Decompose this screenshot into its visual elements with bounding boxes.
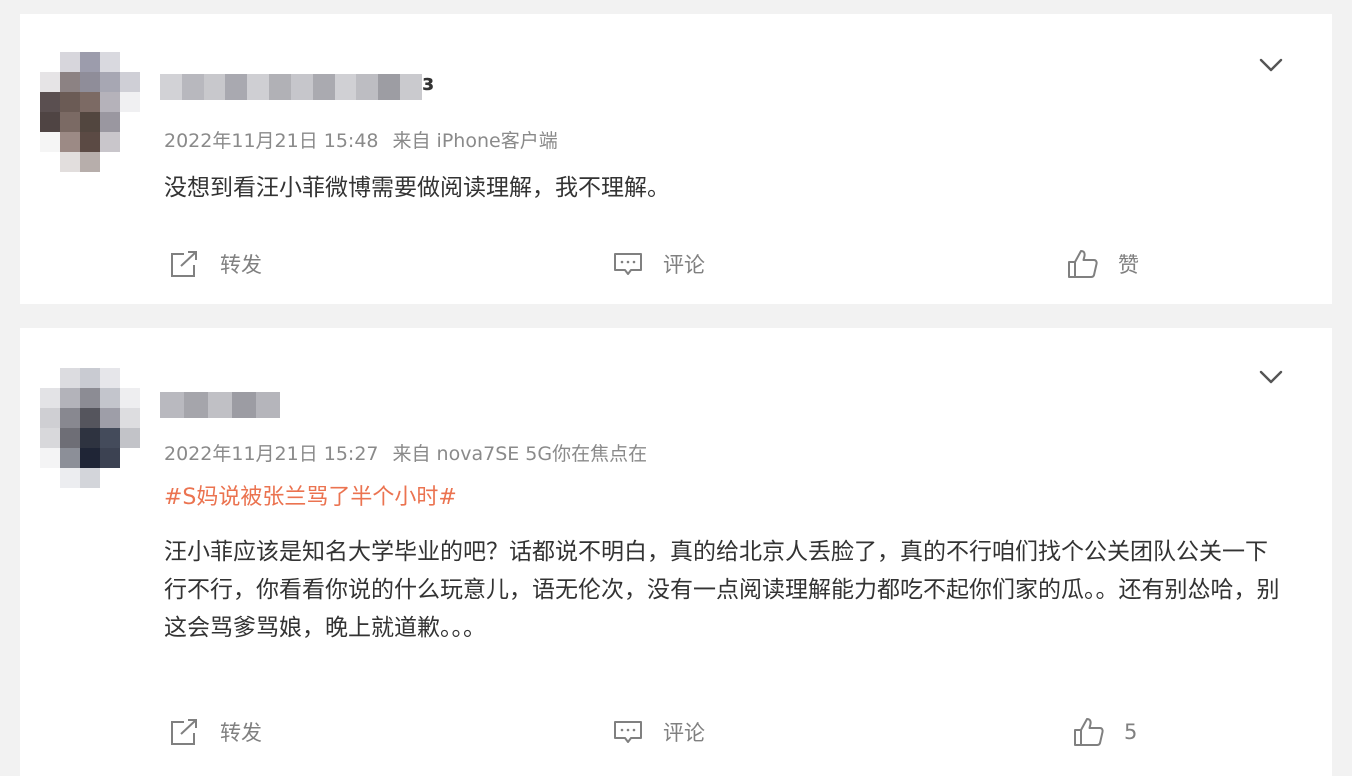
- repost-icon: [171, 251, 197, 277]
- comment-button[interactable]: 评论: [611, 712, 705, 752]
- action-bar: 转发 评论 赞: [20, 244, 1332, 284]
- post-source: 来自 nova7SE 5G你在焦点在: [392, 443, 648, 465]
- comment-icon: [614, 721, 642, 743]
- comment-button[interactable]: 评论: [611, 244, 705, 284]
- comment-icon: [614, 253, 642, 275]
- like-label: 赞: [1118, 253, 1139, 277]
- post-source: 来自 iPhone客户端: [392, 130, 558, 152]
- username[interactable]: [160, 74, 422, 100]
- avatar[interactable]: [40, 368, 140, 488]
- repost-button[interactable]: 转发: [168, 712, 262, 752]
- action-bar: 转发 评论 5: [20, 712, 1332, 752]
- post-meta: 2022年11月21日 15:27 来自 nova7SE 5G你在焦点在: [164, 441, 647, 467]
- comment-text: 没想到看汪小菲微博需要做阅读理解，我不理解。: [164, 175, 670, 201]
- comment-card: ɜ 2022年11月21日 15:48 来自 iPhone客户端 没想到看汪小菲微…: [20, 14, 1332, 304]
- thumbs-up-icon: [1074, 718, 1104, 746]
- post-meta: 2022年11月21日 15:48 来自 iPhone客户端: [164, 128, 558, 154]
- timestamp[interactable]: 2022年11月21日 15:27: [164, 443, 379, 465]
- like-button[interactable]: 5: [1072, 712, 1137, 752]
- repost-icon: [171, 719, 197, 745]
- topic-hashtag-link[interactable]: #S妈说被张兰骂了半个小时#: [164, 481, 457, 515]
- chevron-down-icon[interactable]: [1258, 364, 1284, 390]
- chevron-down-icon[interactable]: [1258, 52, 1284, 78]
- like-button[interactable]: 赞: [1066, 244, 1139, 284]
- comment-text: 汪小菲应该是知名大学毕业的吧？话都说不明白，真的给北京人丢脸了，真的不行咱们找个…: [164, 539, 1280, 641]
- repost-label: 转发: [220, 253, 262, 277]
- username-tail: ɜ: [422, 71, 434, 96]
- timestamp[interactable]: 2022年11月21日 15:48: [164, 130, 379, 152]
- comment-feed: ɜ 2022年11月21日 15:48 来自 iPhone客户端 没想到看汪小菲微…: [0, 0, 1352, 776]
- avatar[interactable]: [40, 52, 140, 172]
- comment-label: 评论: [663, 721, 705, 745]
- repost-button[interactable]: 转发: [168, 244, 262, 284]
- thumbs-up-icon: [1068, 250, 1098, 278]
- repost-label: 转发: [220, 721, 262, 745]
- like-count: 5: [1124, 720, 1138, 744]
- comment-card: 2022年11月21日 15:27 来自 nova7SE 5G你在焦点在 #S妈说…: [20, 328, 1332, 776]
- username[interactable]: [160, 392, 280, 418]
- comment-label: 评论: [663, 253, 705, 277]
